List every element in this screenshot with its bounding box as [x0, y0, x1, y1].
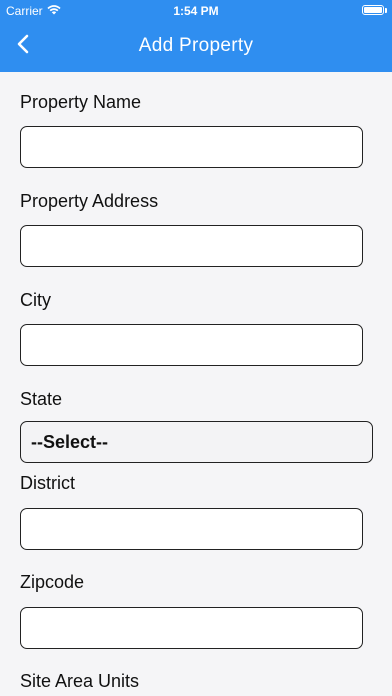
status-time: 1:54 PM	[173, 4, 219, 18]
district-label: District	[20, 473, 75, 493]
state-selected-value: --Select--	[31, 431, 109, 452]
city-input[interactable]	[20, 324, 363, 366]
state-select[interactable]: --Select--	[20, 421, 373, 463]
property-address-input[interactable]	[20, 225, 363, 267]
property-name-input[interactable]	[20, 126, 363, 168]
district-input[interactable]	[20, 508, 363, 550]
zipcode-input[interactable]	[20, 607, 363, 649]
status-bar: Carrier 1:54 PM	[0, 0, 392, 20]
zipcode-label: Zipcode	[20, 572, 85, 592]
site-area-units-label: Site Area Units	[20, 671, 140, 691]
page-title: Add Property	[138, 35, 254, 56]
state-label: State	[20, 389, 63, 409]
property-name-label: Property Name	[20, 92, 142, 112]
property-address-label: Property Address	[20, 191, 159, 211]
battery-icon	[362, 5, 387, 15]
app-bar: Add Property	[0, 20, 392, 72]
city-label: City	[20, 290, 51, 310]
